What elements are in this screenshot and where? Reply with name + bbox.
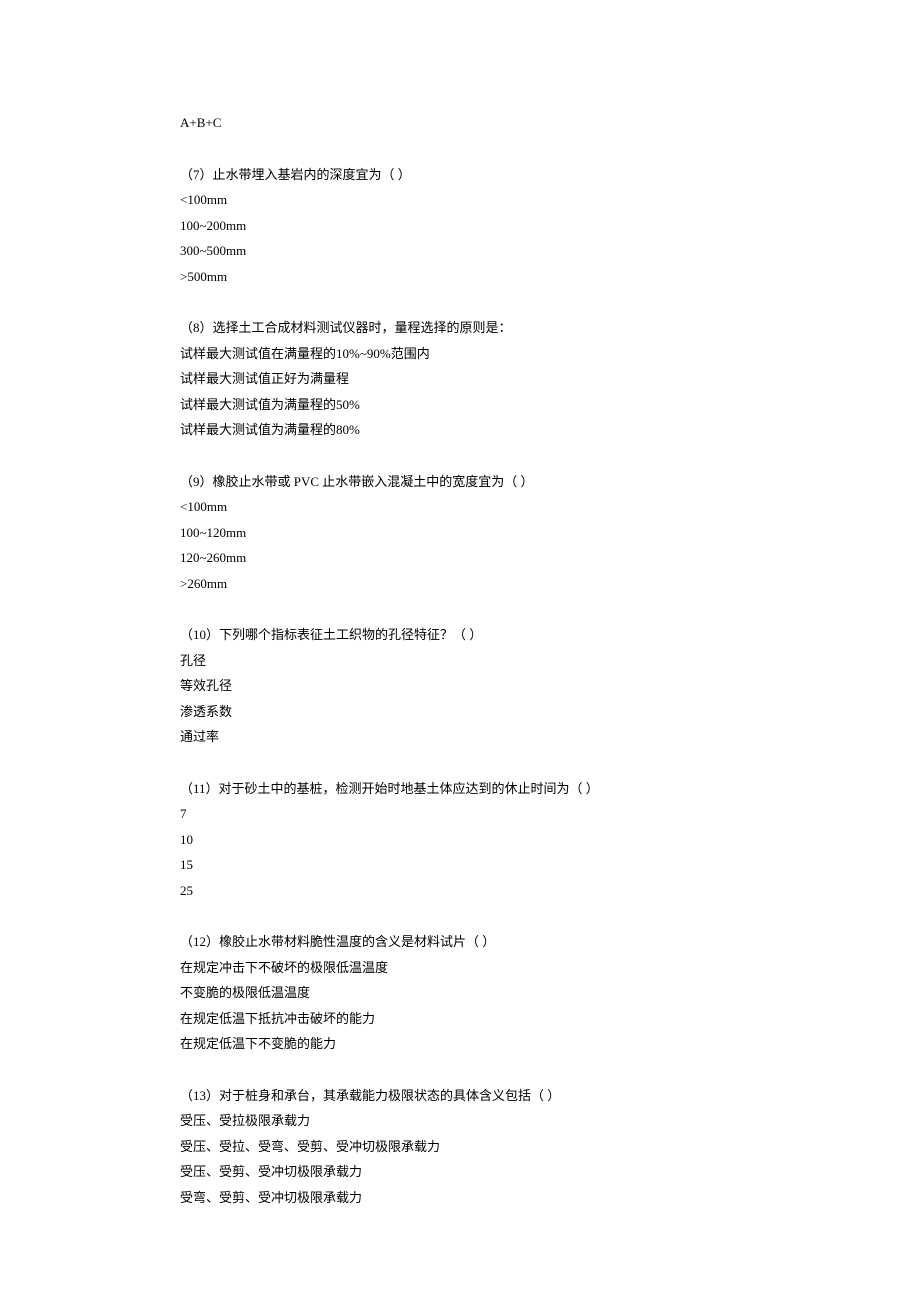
- question-option: 等效孔径: [180, 673, 740, 699]
- question-option: >500mm: [180, 264, 740, 290]
- question-9: （9）橡胶止水带或 PVC 止水带嵌入混凝土中的宽度宜为（ ） <100mm 1…: [180, 469, 740, 597]
- question-prompt: （8）选择土工合成材料测试仪器时，量程选择的原则是：: [180, 315, 740, 341]
- question-option: 在规定低温下抵抗冲击破坏的能力: [180, 1006, 740, 1032]
- question-option: 25: [180, 878, 740, 904]
- question-option: 10: [180, 827, 740, 853]
- question-option: 15: [180, 852, 740, 878]
- question-option: 受压、受拉、受弯、受剪、受冲切极限承载力: [180, 1134, 740, 1160]
- question-11: （11）对于砂土中的基桩，检测开始时地基土体应达到的休止时间为（ ） 7 10 …: [180, 776, 740, 904]
- question-prompt: （7）止水带埋入基岩内的深度宜为（ ）: [180, 162, 740, 188]
- question-option: 受弯、受剪、受冲切极限承载力: [180, 1185, 740, 1211]
- document-page: A+B+C （7）止水带埋入基岩内的深度宜为（ ） <100mm 100~200…: [0, 0, 740, 1270]
- question-option: 在规定冲击下不破坏的极限低温温度: [180, 955, 740, 981]
- question-prompt: （13）对于桩身和承台，其承载能力极限状态的具体含义包括（ ）: [180, 1083, 740, 1109]
- question-option: <100mm: [180, 187, 740, 213]
- question-option: <100mm: [180, 494, 740, 520]
- question-7: （7）止水带埋入基岩内的深度宜为（ ） <100mm 100~200mm 300…: [180, 162, 740, 290]
- question-option: 100~200mm: [180, 213, 740, 239]
- question-option: 300~500mm: [180, 238, 740, 264]
- question-option: 试样最大测试值正好为满量程: [180, 366, 740, 392]
- question-8: （8）选择土工合成材料测试仪器时，量程选择的原则是： 试样最大测试值在满量程的1…: [180, 315, 740, 443]
- question-option: 不变脆的极限低温温度: [180, 980, 740, 1006]
- question-option: 100~120mm: [180, 520, 740, 546]
- question-option: 试样最大测试值为满量程的50%: [180, 392, 740, 418]
- question-option: 渗透系数: [180, 699, 740, 725]
- question-10: （10）下列哪个指标表征土工织物的孔径特征？（ ） 孔径 等效孔径 渗透系数 通…: [180, 622, 740, 750]
- question-option: 孔径: [180, 648, 740, 674]
- question-option: 通过率: [180, 724, 740, 750]
- question-option: 受压、受剪、受冲切极限承载力: [180, 1159, 740, 1185]
- question-prompt: （12）橡胶止水带材料脆性温度的含义是材料试片（ ）: [180, 929, 740, 955]
- question-prompt: （11）对于砂土中的基桩，检测开始时地基土体应达到的休止时间为（ ）: [180, 776, 740, 802]
- question-13: （13）对于桩身和承台，其承载能力极限状态的具体含义包括（ ） 受压、受拉极限承…: [180, 1083, 740, 1211]
- question-prompt: （9）橡胶止水带或 PVC 止水带嵌入混凝土中的宽度宜为（ ）: [180, 469, 740, 495]
- question-prompt: （10）下列哪个指标表征土工织物的孔径特征？（ ）: [180, 622, 740, 648]
- preamble-block: A+B+C: [180, 110, 740, 136]
- question-option: 7: [180, 801, 740, 827]
- question-12: （12）橡胶止水带材料脆性温度的含义是材料试片（ ） 在规定冲击下不破坏的极限低…: [180, 929, 740, 1057]
- question-option: 在规定低温下不变脆的能力: [180, 1031, 740, 1057]
- preamble-line: A+B+C: [180, 110, 740, 136]
- question-option: 试样最大测试值为满量程的80%: [180, 417, 740, 443]
- question-option: >260mm: [180, 571, 740, 597]
- question-option: 120~260mm: [180, 545, 740, 571]
- question-option: 试样最大测试值在满量程的10%~90%范围内: [180, 341, 740, 367]
- question-option: 受压、受拉极限承载力: [180, 1108, 740, 1134]
